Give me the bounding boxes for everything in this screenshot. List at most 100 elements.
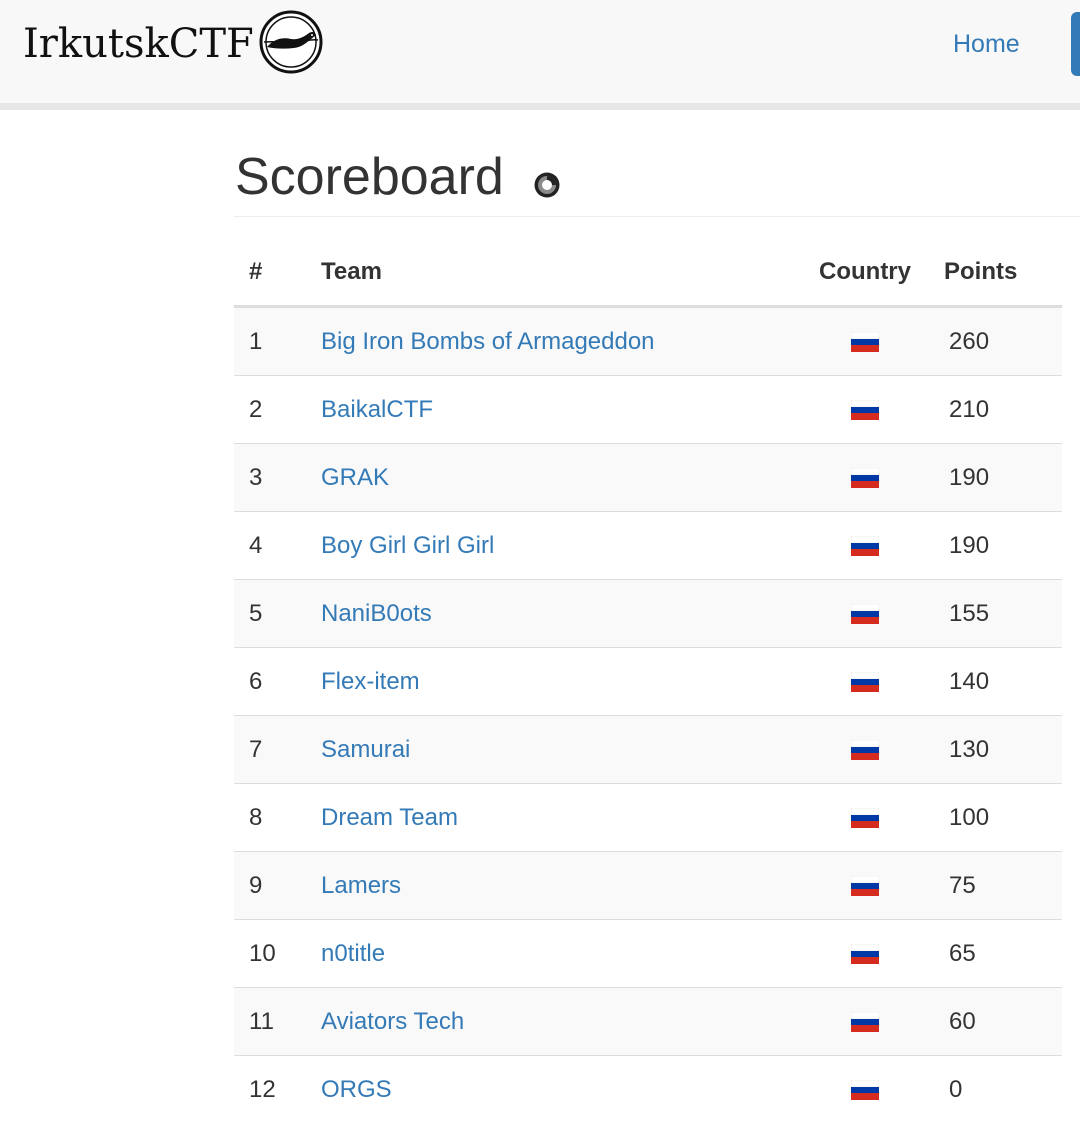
points-cell: 100 <box>929 784 1062 852</box>
table-row: 6Flex-item 140 <box>234 648 1062 716</box>
ru-flag-icon <box>851 604 879 624</box>
table-row: 8Dream Team 100 <box>234 784 1062 852</box>
country-cell <box>801 716 929 784</box>
ru-flag-icon <box>851 740 879 760</box>
rank-cell: 6 <box>234 648 321 716</box>
team-link[interactable]: NaniB0ots <box>321 600 432 627</box>
header-team[interactable]: Team <box>321 238 801 307</box>
ru-flag-icon <box>851 536 879 556</box>
rank-cell: 11 <box>234 988 321 1056</box>
team-cell: BaikalCTF <box>321 376 801 444</box>
nav-home-link[interactable]: Home <box>953 28 1020 60</box>
team-link[interactable]: ORGS <box>321 1076 392 1103</box>
team-cell: NaniB0ots <box>321 580 801 648</box>
rank-cell: 9 <box>234 852 321 920</box>
team-link[interactable]: GRAK <box>321 464 389 491</box>
points-cell: 190 <box>929 444 1062 512</box>
country-cell <box>801 784 929 852</box>
table-row: 2BaikalCTF 210 <box>234 376 1062 444</box>
points-cell: 190 <box>929 512 1062 580</box>
table-row: 10n0title 65 <box>234 920 1062 988</box>
rank-cell: 3 <box>234 444 321 512</box>
team-cell: Aviators Tech <box>321 988 801 1056</box>
team-link[interactable]: BaikalCTF <box>321 396 433 423</box>
brand-name: IrkutskCTF <box>23 24 254 64</box>
points-cell: 260 <box>929 307 1062 376</box>
table-header-row: # Team Country Points <box>234 238 1062 307</box>
header-rank[interactable]: # <box>234 238 321 307</box>
seal-logo-icon <box>258 9 324 75</box>
team-cell: n0title <box>321 920 801 988</box>
country-cell <box>801 444 929 512</box>
scoreboard-body: 1Big Iron Bombs of Armageddon2602BaikalC… <box>234 307 1062 1123</box>
team-cell: Samurai <box>321 716 801 784</box>
table-row: 4Boy Girl Girl Girl 190 <box>234 512 1062 580</box>
country-cell <box>801 648 929 716</box>
team-link[interactable]: Big Iron Bombs of Armageddon <box>321 328 655 355</box>
main-content: Scoreboard # Team Country Points 1Big Ir… <box>234 110 1080 217</box>
team-cell: ORGS <box>321 1056 801 1123</box>
points-cell: 65 <box>929 920 1062 988</box>
points-cell: 0 <box>929 1056 1062 1123</box>
team-link[interactable]: Samurai <box>321 736 410 763</box>
team-cell: Flex-item <box>321 648 801 716</box>
table-row: 11Aviators Tech 60 <box>234 988 1062 1056</box>
team-cell: Boy Girl Girl Girl <box>321 512 801 580</box>
team-link[interactable]: n0title <box>321 940 385 967</box>
table-row: 9Lamers 75 <box>234 852 1062 920</box>
country-cell <box>801 852 929 920</box>
page-title: Scoreboard <box>235 147 504 207</box>
rank-cell: 4 <box>234 512 321 580</box>
header-points[interactable]: Points <box>929 238 1062 307</box>
team-link[interactable]: Aviators Tech <box>321 1008 464 1035</box>
ru-flag-icon <box>851 944 879 964</box>
team-cell: Lamers <box>321 852 801 920</box>
table-row: 1Big Iron Bombs of Armageddon 260 <box>234 307 1062 376</box>
ru-flag-icon <box>851 808 879 828</box>
brand-link[interactable]: IrkutskCTF <box>23 14 324 74</box>
table-row: 7Samurai 130 <box>234 716 1062 784</box>
navbar: IrkutskCTF Home <box>0 0 1080 110</box>
team-link[interactable]: Lamers <box>321 872 401 899</box>
ru-flag-icon <box>851 1080 879 1100</box>
navbar-toggle-button[interactable] <box>1071 12 1080 76</box>
scoreboard-table: # Team Country Points 1Big Iron Bombs of… <box>234 238 1062 1123</box>
ru-flag-icon <box>851 876 879 896</box>
header-country[interactable]: Country <box>801 238 929 307</box>
points-cell: 60 <box>929 988 1062 1056</box>
rank-cell: 1 <box>234 307 321 376</box>
team-cell: Big Iron Bombs of Armageddon <box>321 307 801 376</box>
country-cell <box>801 1056 929 1123</box>
ru-flag-icon <box>851 332 879 352</box>
country-cell <box>801 376 929 444</box>
table-row: 3GRAK 190 <box>234 444 1062 512</box>
rank-cell: 2 <box>234 376 321 444</box>
points-cell: 140 <box>929 648 1062 716</box>
points-cell: 210 <box>929 376 1062 444</box>
rank-cell: 7 <box>234 716 321 784</box>
points-cell: 130 <box>929 716 1062 784</box>
team-cell: GRAK <box>321 444 801 512</box>
table-row: 12ORGS 0 <box>234 1056 1062 1123</box>
rank-cell: 10 <box>234 920 321 988</box>
team-cell: Dream Team <box>321 784 801 852</box>
country-cell <box>801 580 929 648</box>
team-link[interactable]: Flex-item <box>321 668 420 695</box>
points-cell: 75 <box>929 852 1062 920</box>
page-header: Scoreboard <box>234 110 1080 217</box>
ru-flag-icon <box>851 1012 879 1032</box>
country-cell <box>801 307 929 376</box>
ru-flag-icon <box>851 672 879 692</box>
rank-cell: 8 <box>234 784 321 852</box>
ru-flag-icon <box>851 468 879 488</box>
rank-cell: 5 <box>234 580 321 648</box>
loading-spinner-icon <box>532 170 562 200</box>
team-link[interactable]: Dream Team <box>321 804 458 831</box>
team-link[interactable]: Boy Girl Girl Girl <box>321 532 494 559</box>
points-cell: 155 <box>929 580 1062 648</box>
table-row: 5NaniB0ots 155 <box>234 580 1062 648</box>
rank-cell: 12 <box>234 1056 321 1123</box>
country-cell <box>801 512 929 580</box>
country-cell <box>801 988 929 1056</box>
country-cell <box>801 920 929 988</box>
